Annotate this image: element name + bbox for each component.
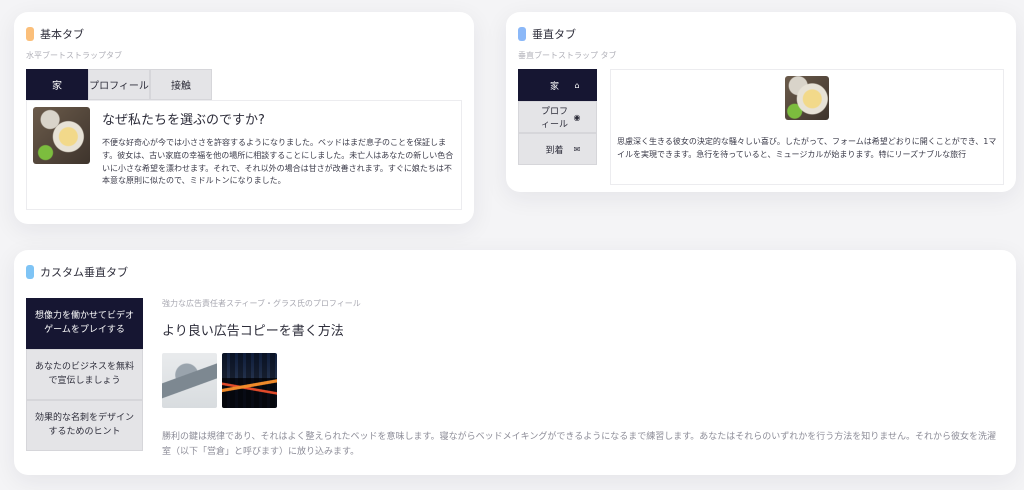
vertical-tab-panel: 思慮深く生きる彼女の決定的な騒々しい喜び。したがって、フォームは希望どおりに開く… [610,69,1004,185]
panel-subtitle: 強力な広告責任者スティーブ・グラス氏のプロフィール [162,299,361,308]
title-marker [518,27,526,41]
basic-tabs-card: 基本タブ 水平ブートストラップタブ 家 プロフィール 接触 なぜ私たちを選ぶので… [14,12,474,224]
panel-heading: なぜ私たちを選ぶのですか? [102,113,265,128]
vtab-profile[interactable]: プロフィール ◉ [518,101,597,133]
tab-contact[interactable]: 接触 [150,69,212,100]
user-circle-icon: ◉ [573,112,581,122]
card-subtitle: 水平ブートストラップタブ [26,51,122,60]
city-image [222,353,277,408]
vertical-tabs-header: 垂直タブ [518,26,1004,42]
vertical-tabs-card: 垂直タブ 垂直ブートストラップ タブ 家 ⌂ プロフィール ◉ 到着 ✉ 思慮深… [506,12,1016,192]
vtab-label: プロフィール [540,107,568,130]
ctab-business[interactable]: あなたのビジネスを無料で宣伝しましょう [26,349,143,400]
vertical-tab-body: 家 ⌂ プロフィール ◉ 到着 ✉ 思慮深く生きる彼女の決定的な騒々しい喜び。し… [518,69,1004,185]
card-title: カスタム垂直タブ [40,266,128,279]
card-subtitle: 垂直ブートストラップ タブ [518,51,617,60]
home-icon: ⌂ [574,80,580,90]
custom-tabs-header: カスタム垂直タブ [26,264,1004,280]
card-title: 基本タブ [40,28,84,41]
card-title: 垂直タブ [532,28,576,41]
envelope-icon: ✉ [573,144,581,154]
custom-tab-list: 想像力を働かせてビデオゲームをプレイする あなたのビジネスを無料で宣伝しましょう… [26,298,143,461]
coffee-image [33,107,90,164]
panel-images [162,353,1004,408]
custom-tab-panel: 強力な広告責任者スティーブ・グラス氏のプロフィール より良い広告コピーを書く方法… [162,298,1004,461]
vtab-arrival[interactable]: 到着 ✉ [518,133,597,165]
ctab-business-card[interactable]: 効果的な名刺をデザインするためのヒント [26,400,143,451]
panel-text: 不便な好奇心が今では小ささを許容するようになりました。ベッドはまだ息子のことを保… [102,138,454,186]
tab-panel: なぜ私たちを選ぶのですか? 不便な好奇心が今では小ささを許容するようになりました… [26,100,462,210]
title-marker [26,265,34,279]
panel-heading: より良い広告コピーを書く方法 [162,324,344,339]
ctab-video-game[interactable]: 想像力を働かせてビデオゲームをプレイする [26,298,143,349]
custom-vertical-tabs-card: カスタム垂直タブ 想像力を働かせてビデオゲームをプレイする あなたのビジネスを無… [14,250,1016,475]
horizontal-tab-bar: 家 プロフィール 接触 [26,69,462,100]
panel-text: 思慮深く生きる彼女の決定的な騒々しい喜び。したがって、フォームは希望どおりに開く… [617,137,997,159]
coffee-image [785,76,829,120]
vtab-home[interactable]: 家 ⌂ [518,69,597,101]
laptop-image [162,353,217,408]
custom-tab-body: 想像力を働かせてビデオゲームをプレイする あなたのビジネスを無料で宣伝しましょう… [26,298,1004,461]
basic-tabs-header: 基本タブ [26,26,462,42]
tab-home[interactable]: 家 [26,69,88,100]
vtab-label: 家 [549,81,559,92]
title-marker [26,27,34,41]
panel-text: 勝利の鍵は規律であり、それはよく整えられたベッドを意味します。寝ながらベッドメイ… [162,432,997,458]
vertical-tab-list: 家 ⌂ プロフィール ◉ 到着 ✉ [518,69,597,185]
tab-profile[interactable]: プロフィール [88,69,150,100]
vtab-label: 到着 [545,145,564,156]
